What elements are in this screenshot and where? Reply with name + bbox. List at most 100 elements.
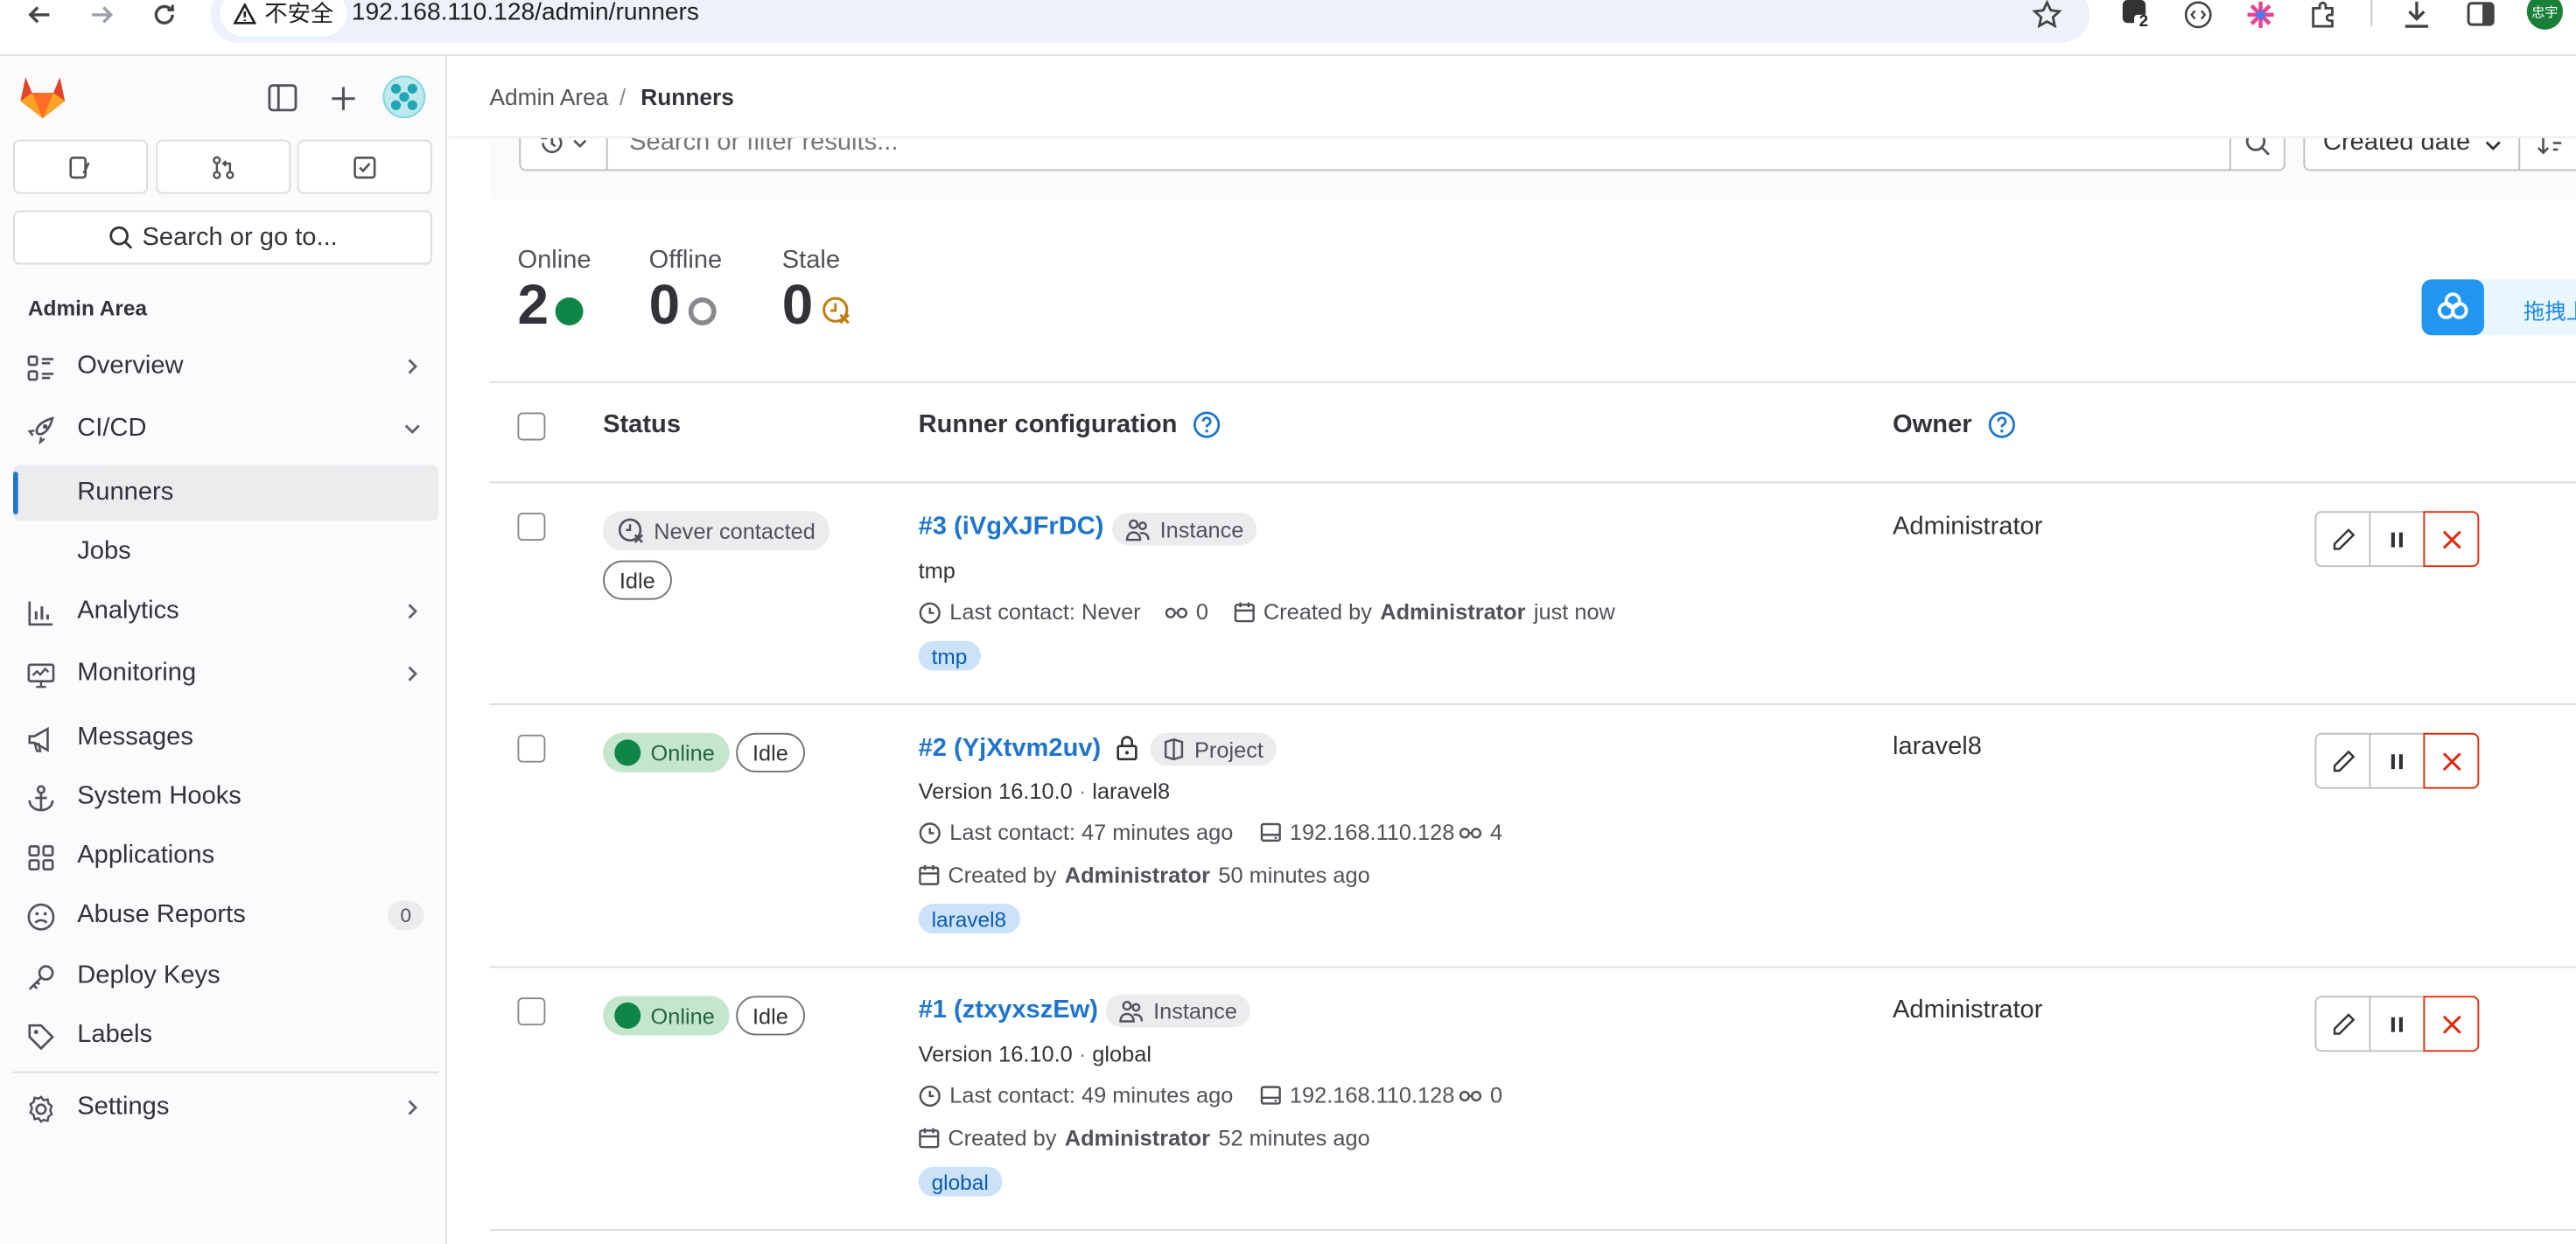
puzzle-icon[interactable] (2303, 0, 2342, 30)
edit-button[interactable] (2314, 732, 2371, 789)
clock-icon (919, 821, 941, 843)
abuse-count-badge: 0 (388, 900, 424, 931)
runner-link[interactable]: #1 (ztxyxszEw) (919, 996, 1098, 1025)
runner-owner[interactable]: Administrator (1893, 996, 2042, 1025)
anchor-icon (28, 785, 54, 812)
runner-link[interactable]: #3 (iVgXJFrDC) (919, 513, 1104, 542)
sidebar-item-label: Overview (77, 351, 184, 380)
idle-badge: Idle (736, 996, 805, 1036)
global-search-button[interactable]: Search or go to... (13, 210, 432, 265)
created-prefix: Created by (948, 863, 1057, 888)
scope-text: Instance (1159, 516, 1244, 542)
chevron-right-icon (408, 666, 418, 681)
users-icon (1125, 518, 1150, 541)
pinwheel-icon[interactable] (2241, 0, 2280, 30)
sidebar-item-system-hooks[interactable]: System Hooks (13, 769, 438, 825)
pause-button[interactable] (2369, 732, 2426, 789)
table-top-border (489, 381, 2576, 383)
row-checkbox[interactable] (517, 513, 546, 542)
floating-upload-widget[interactable]: 拖拽上传 (2421, 279, 2576, 336)
chevron-down-icon (404, 424, 420, 435)
sidebar-item-settings[interactable]: Settings (13, 1080, 438, 1136)
scope-text: Instance (1153, 998, 1237, 1024)
devtools-icon[interactable] (2179, 0, 2218, 30)
pause-icon (2390, 1016, 2403, 1031)
sidebar-item-monitoring[interactable]: Monitoring (13, 646, 438, 702)
runner-description: tmp (918, 558, 956, 584)
issues-icon (69, 156, 90, 178)
sidebar-item-messages[interactable]: Messages (13, 710, 438, 766)
browser-toolbar: 不安全 192.168.110.128/admin/runners 2 忠宇 (0, 0, 2576, 56)
close-icon (2441, 1014, 2460, 1033)
extension-icon[interactable]: 2 (2116, 0, 2155, 31)
stale-stat-value: 0 (782, 273, 814, 339)
sidebar-item-analytics[interactable]: Analytics (13, 584, 438, 639)
issues-button[interactable] (13, 139, 148, 194)
created-by[interactable]: Administrator (1065, 1126, 1210, 1150)
edit-button[interactable] (2314, 996, 2371, 1052)
edit-button[interactable] (2314, 511, 2371, 568)
online-dot-icon (555, 297, 584, 325)
sidebar-item-deploy-keys[interactable]: Deploy Keys (13, 948, 438, 1004)
sidebar-item-label: CI/CD (77, 414, 147, 443)
delete-button[interactable] (2423, 996, 2480, 1052)
hdd-icon (1260, 822, 1281, 842)
runner-owner[interactable]: Administrator (1893, 513, 2042, 542)
breadcrumb-runners[interactable]: Runners (640, 84, 734, 110)
cloud-icon (2421, 279, 2484, 336)
pause-button[interactable] (2369, 511, 2426, 568)
delete-button[interactable] (2423, 511, 2480, 568)
runner-link[interactable]: #2 (YjXtvm2uv) (919, 735, 1102, 765)
config-column-header: Runner configuration (919, 411, 1221, 441)
forward-icon[interactable] (82, 0, 122, 30)
job-count: 4 (1459, 820, 1502, 845)
select-all-checkbox[interactable] (517, 412, 546, 441)
plus-icon[interactable] (329, 84, 359, 114)
user-avatar[interactable] (382, 75, 426, 119)
bookmark-star-icon[interactable] (2027, 0, 2067, 30)
sidebar-item-label: System Hooks (77, 782, 242, 811)
sidebar-item-labels[interactable]: Labels (13, 1008, 438, 1064)
pause-button[interactable] (2369, 996, 2426, 1052)
pause-icon (2390, 531, 2403, 547)
back-icon[interactable] (20, 0, 60, 30)
sidebar-item-overview[interactable]: Overview (13, 339, 438, 395)
online-dot-icon (614, 1002, 641, 1029)
scope-text: Project (1194, 737, 1264, 762)
sidebar-item-jobs[interactable]: Jobs (13, 524, 438, 580)
delete-button[interactable] (2423, 732, 2480, 789)
sidebar-item-cicd[interactable]: CI/CD (13, 401, 438, 457)
config-header-label: Runner configuration (918, 410, 1178, 439)
profile-avatar[interactable]: 忠宇 (2526, 0, 2564, 30)
scope-badge: Instance (1105, 994, 1250, 1028)
gitlab-logo-icon[interactable] (18, 74, 67, 121)
sidebar-toggle-icon[interactable] (268, 84, 298, 112)
sidepanel-icon[interactable] (2461, 0, 2501, 30)
created-by[interactable]: Administrator (1065, 863, 1210, 887)
url-text[interactable]: 192.168.110.128/admin/runners (352, 0, 699, 28)
last-contact: Last contact: 49 minutes ago (919, 1083, 1233, 1108)
help-icon[interactable] (1987, 411, 2015, 439)
download-icon[interactable] (2397, 0, 2436, 30)
offline-count: 0 (648, 274, 681, 338)
sidebar-item-runners[interactable]: Runners (13, 465, 439, 521)
created-when: 50 minutes ago (1218, 863, 1370, 888)
job-count: 0 (1165, 600, 1208, 625)
row-checkbox[interactable] (517, 734, 546, 763)
stale-stat-label: Stale (781, 246, 841, 275)
merge-requests-button[interactable] (156, 139, 291, 194)
todos-button[interactable] (297, 139, 432, 194)
clock-icon (919, 1084, 941, 1107)
row-checkbox[interactable] (517, 997, 546, 1026)
sidebar-item-abuse-reports[interactable]: Abuse Reports 0 (13, 887, 438, 943)
clock-cross-icon (618, 517, 644, 542)
reload-icon[interactable] (144, 0, 184, 30)
created-by[interactable]: Administrator (1380, 600, 1525, 625)
sidebar-item-applications[interactable]: Applications (13, 828, 438, 884)
breadcrumb-admin-area[interactable]: Admin Area (490, 84, 609, 110)
security-chip[interactable]: 不安全 (220, 0, 347, 37)
help-icon[interactable] (1193, 411, 1221, 439)
chart-icon (28, 601, 53, 626)
runner-owner[interactable]: laravel8 (1893, 733, 1982, 763)
runner-version-line: Version 16.10.0 · global (918, 1041, 1152, 1067)
